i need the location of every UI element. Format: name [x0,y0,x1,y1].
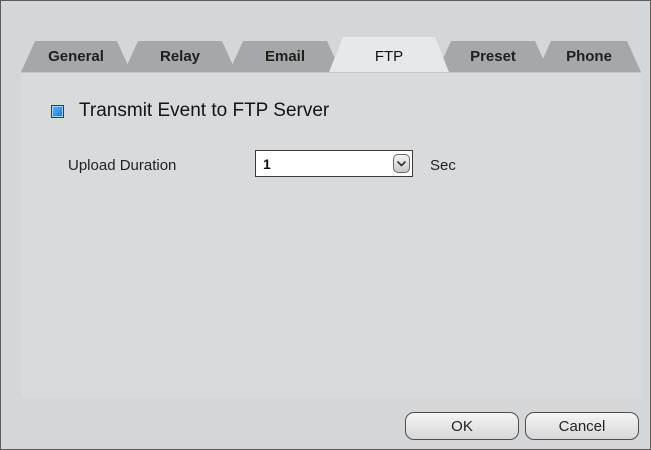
ok-button[interactable]: OK [405,412,519,440]
transmit-event-checkbox-row[interactable]: Transmit Event to FTP Server [51,100,329,122]
tab-relay-label: Relay [159,48,201,65]
tab-preset[interactable]: Preset [437,41,549,72]
tab-phone-label: Phone [566,48,612,65]
upload-duration-label: Upload Duration [68,157,177,174]
ftp-panel: Transmit Event to FTP Server Upload Dura… [21,72,641,398]
tab-phone[interactable]: Phone [537,41,641,72]
tab-ftp-label: FTP [374,48,404,65]
tab-email[interactable]: Email [229,41,341,72]
checkbox-checked-icon[interactable] [51,104,64,118]
tab-relay[interactable]: Relay [124,41,236,72]
tab-general-label: General [48,48,104,65]
duration-unit-label: Sec [430,157,456,174]
upload-duration-value: 1 [263,156,271,172]
tab-bar: General Relay Email FTP Preset Phone [21,35,641,72]
chevron-down-icon [397,160,406,166]
tab-email-label: Email [264,48,306,65]
dropdown-button[interactable] [393,154,410,173]
cancel-button[interactable]: Cancel [525,412,639,440]
tab-general[interactable]: General [21,41,131,72]
ftp-settings-dialog: General Relay Email FTP Preset Phone Tra… [0,0,651,450]
transmit-event-label: Transmit Event to FTP Server [79,100,330,121]
tab-preset-label: Preset [470,48,516,65]
tab-ftp[interactable]: FTP [329,37,449,72]
upload-duration-select[interactable]: 1 [255,150,413,177]
